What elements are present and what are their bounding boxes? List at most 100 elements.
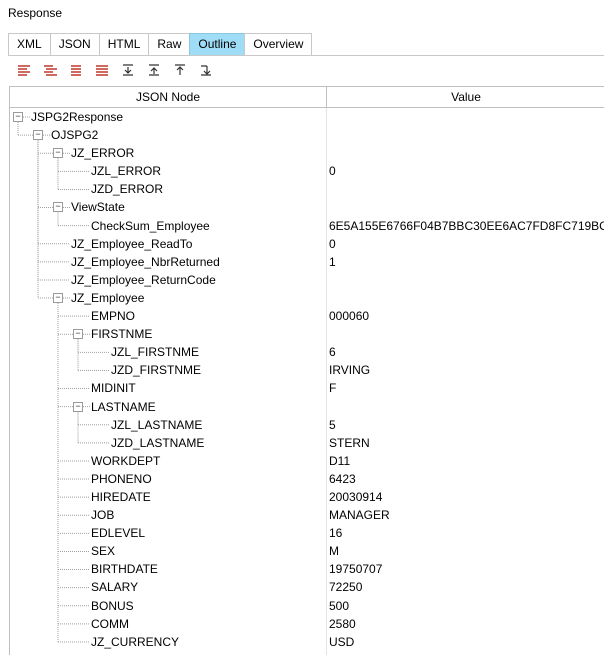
node-value: 6423: [329, 471, 356, 486]
tree-row[interactable]: JZ_Employee_NbrReturned 1: [10, 253, 604, 271]
node-label: FIRSTNME: [91, 327, 153, 342]
collapse-toggle-icon[interactable]: −: [53, 148, 63, 159]
tree-row[interactable]: − JZ_Employee: [10, 289, 604, 307]
tree-row[interactable]: JOB MANAGER: [10, 506, 604, 524]
node-label: JZL_FIRSTNME: [111, 345, 200, 360]
tree-row[interactable]: − OJSPG2: [10, 126, 604, 144]
tree-row[interactable]: EDLEVEL 16: [10, 524, 604, 542]
node-label: OJSPG2: [51, 128, 99, 143]
node-label: HIREDATE: [91, 489, 151, 504]
node-label: JZD_ERROR: [91, 182, 164, 197]
collapse-toggle-icon[interactable]: −: [53, 292, 63, 303]
move-down-button[interactable]: [118, 64, 137, 79]
collapse-toggle-icon[interactable]: −: [53, 202, 63, 213]
tree-row[interactable]: − FIRSTNME: [10, 325, 604, 343]
node-value: 0: [329, 164, 336, 179]
node-label: JSPG2Response: [31, 110, 124, 124]
collapse-all-button[interactable]: [40, 64, 59, 79]
node-label: JOB: [91, 508, 115, 523]
node-value: 6: [329, 345, 336, 360]
move-top-button[interactable]: [170, 64, 189, 79]
node-value: 16: [329, 526, 343, 541]
node-label: WORKDEPT: [91, 453, 161, 468]
tree-row[interactable]: JZL_FIRSTNME 6: [10, 343, 604, 361]
collapse-toggle-icon[interactable]: −: [13, 112, 23, 122]
node-label: EDLEVEL: [91, 526, 146, 541]
tree-row[interactable]: PHONENO 6423: [10, 470, 604, 488]
node-value: 6E5A155E6766F04B7BBC30EE6AC7FD8FC719BC3F: [329, 218, 604, 233]
collapse-level-icon: [95, 64, 109, 79]
tab-divider: [8, 55, 604, 56]
node-label: JZL_LASTNAME: [111, 417, 203, 432]
tree-row[interactable]: − JSPG2Response: [10, 108, 604, 126]
tree-row[interactable]: SEX M: [10, 542, 604, 560]
tree-row[interactable]: JZD_LASTNAME STERN: [10, 434, 604, 452]
node-label: ViewState: [71, 200, 125, 215]
tab-raw[interactable]: Raw: [148, 33, 191, 55]
tree-row[interactable]: JZ_Employee_ReadTo 0: [10, 235, 604, 253]
tree-row[interactable]: SALARY 72250: [10, 578, 604, 596]
tree-row[interactable]: EMPNO 000060: [10, 307, 604, 325]
collapse-toggle-icon[interactable]: −: [33, 130, 43, 141]
tree-row[interactable]: JZL_LASTNAME 5: [10, 416, 604, 434]
collapse-toggle-icon[interactable]: −: [73, 401, 83, 412]
tab-html[interactable]: HTML: [98, 33, 150, 55]
expand-level-icon: [69, 64, 83, 79]
node-label: JZ_Employee_NbrReturned: [71, 254, 220, 269]
expand-level-button[interactable]: [66, 64, 85, 79]
column-header-value[interactable]: Value: [327, 87, 604, 107]
tab-json[interactable]: JSON: [49, 33, 100, 55]
node-value: 500: [329, 598, 350, 613]
tree-row[interactable]: JZ_Employee_ReturnCode: [10, 271, 604, 289]
move-bottom-icon: [199, 64, 213, 79]
tree-row[interactable]: WORKDEPT D11: [10, 452, 604, 470]
tree-row[interactable]: JZL_ERROR 0: [10, 162, 604, 180]
column-header-node[interactable]: JSON Node: [10, 87, 327, 107]
node-value: D11: [329, 453, 351, 468]
node-value: 20030914: [329, 489, 383, 504]
node-value: IRVING: [329, 363, 371, 378]
tree-row[interactable]: BIRTHDATE 19750707: [10, 560, 604, 578]
collapse-level-button[interactable]: [92, 64, 111, 79]
node-label: SALARY: [91, 580, 139, 595]
tree-row[interactable]: − ViewState: [10, 198, 604, 216]
tab-overview[interactable]: Overview: [244, 33, 313, 55]
tree-row[interactable]: BONUS 500: [10, 597, 604, 615]
node-label: JZ_ERROR: [71, 146, 135, 161]
tree-row[interactable]: MIDINIT F: [10, 379, 604, 397]
node-value: M: [329, 544, 339, 559]
tab-outline[interactable]: Outline: [189, 33, 246, 55]
move-bottom-button[interactable]: [196, 64, 215, 79]
node-label: JZL_ERROR: [91, 164, 162, 179]
tree-row[interactable]: CheckSum_Employee 6E5A155E6766F04B7BBC30E…: [10, 217, 604, 235]
tree-row[interactable]: JZ_CURRENCY USD: [10, 633, 604, 651]
move-down-icon: [121, 64, 135, 79]
node-label: SEX: [91, 544, 116, 559]
move-up-button[interactable]: [144, 64, 163, 79]
move-top-icon: [173, 64, 187, 79]
node-label: BONUS: [91, 598, 134, 613]
tab-xml[interactable]: XML: [8, 33, 51, 55]
json-outline-tree: JSON Node Value − JSPG2Response − OJSPG2− JZ…: [9, 86, 604, 655]
node-value: 000060: [329, 309, 370, 324]
tree-row[interactable]: JZD_FIRSTNME IRVING: [10, 361, 604, 379]
toolbar: [14, 64, 215, 79]
tab-bar: XML JSON HTML Raw Outline Overview: [8, 33, 313, 55]
tree-row[interactable]: − JZ_ERROR: [10, 144, 604, 162]
node-label: MIDINIT: [91, 381, 136, 396]
tree-rows: − JSPG2Response − OJSPG2− JZ_ERROR JZL_ERROR 0…: [10, 108, 604, 651]
tree-row[interactable]: HIREDATE 20030914: [10, 488, 604, 506]
node-value: F: [329, 381, 337, 396]
collapse-toggle-icon[interactable]: −: [73, 329, 83, 340]
node-value: STERN: [329, 435, 370, 450]
node-label: PHONENO: [91, 471, 152, 486]
node-value: 72250: [329, 580, 363, 595]
panel-title: Response: [8, 6, 63, 20]
expand-all-button[interactable]: [14, 64, 33, 79]
node-value: 1: [329, 254, 336, 269]
node-value: 2580: [329, 616, 356, 631]
tree-row[interactable]: JZD_ERROR: [10, 180, 604, 198]
tree-row[interactable]: COMM 2580: [10, 615, 604, 633]
tree-row[interactable]: − LASTNAME: [10, 398, 604, 416]
node-label: BIRTHDATE: [91, 562, 158, 577]
